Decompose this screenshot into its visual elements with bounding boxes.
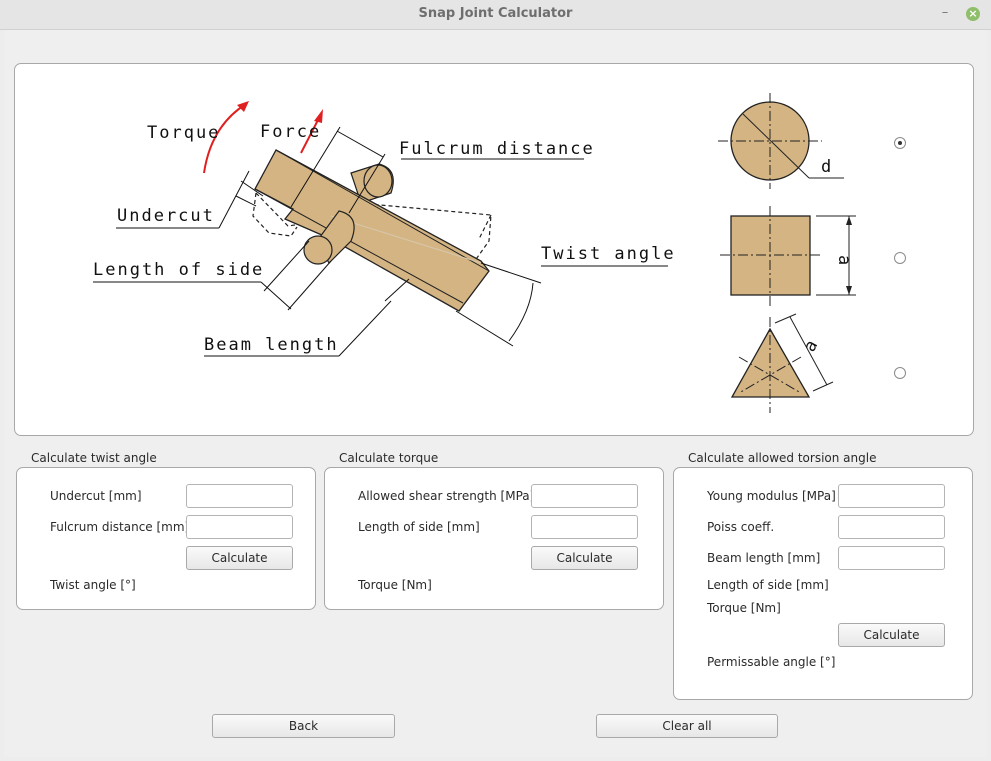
poiss-coeff-input[interactable] bbox=[838, 515, 945, 539]
poiss-coeff-label: Poiss coeff. bbox=[707, 520, 775, 534]
torque-group-title: Calculate torque bbox=[339, 451, 439, 465]
torsion-group-title: Calculate allowed torsion angle bbox=[688, 451, 877, 465]
window-title: Snap Joint Calculator bbox=[418, 6, 573, 21]
label-fulcrum-distance: Fulcrum distance bbox=[399, 139, 595, 159]
radio-square-section[interactable] bbox=[894, 252, 906, 264]
torque-result-label: Torque [Nm] bbox=[358, 578, 432, 592]
torsion-side-length-label: Length of side [mm] bbox=[707, 578, 829, 592]
fulcrum-distance-input[interactable] bbox=[186, 515, 293, 539]
beam-length-input[interactable] bbox=[838, 546, 945, 570]
snap-joint-diagram: Torque Force Fulcrum distance Undercut L… bbox=[93, 93, 856, 413]
radio-triangle-section[interactable] bbox=[894, 367, 906, 379]
young-modulus-input[interactable] bbox=[838, 484, 945, 508]
torque-side-length-label: Length of side [mm] bbox=[358, 520, 480, 534]
torque-side-length-input[interactable] bbox=[531, 515, 638, 539]
clear-all-button[interactable]: Clear all bbox=[596, 714, 778, 738]
torsion-torque-label: Torque [Nm] bbox=[707, 601, 781, 615]
square-dim-label: a bbox=[834, 255, 854, 267]
torque-calculate-button[interactable]: Calculate bbox=[531, 546, 638, 570]
shear-strength-label: Allowed shear strength [MPa] bbox=[358, 489, 535, 503]
radio-circle-section[interactable] bbox=[894, 137, 906, 149]
label-undercut: Undercut bbox=[117, 206, 215, 226]
undercut-input[interactable] bbox=[186, 484, 293, 508]
twist-angle-result-label: Twist angle [°] bbox=[50, 578, 136, 592]
permissable-angle-label: Permissable angle [°] bbox=[707, 655, 836, 669]
label-beam-length: Beam length bbox=[204, 335, 339, 355]
back-button[interactable]: Back bbox=[212, 714, 395, 738]
young-modulus-label: Young modulus [MPa] bbox=[707, 489, 836, 503]
title-bar: Snap Joint Calculator – × bbox=[0, 0, 991, 30]
undercut-label: Undercut [mm] bbox=[50, 489, 142, 503]
triangle-section-icon bbox=[730, 313, 834, 413]
minimize-icon[interactable]: – bbox=[936, 3, 954, 23]
circle-dim-label: d bbox=[821, 157, 833, 177]
label-twist-angle: Twist angle bbox=[541, 244, 676, 264]
beam-length-label: Beam length [mm] bbox=[707, 551, 821, 565]
label-torque: Torque bbox=[147, 123, 220, 143]
front-pin-cap bbox=[303, 235, 333, 265]
close-icon[interactable]: × bbox=[966, 7, 980, 21]
diagram-panel: Torque Force Fulcrum distance Undercut L… bbox=[14, 63, 974, 436]
torsion-calculate-button[interactable]: Calculate bbox=[838, 623, 945, 647]
force-arrowhead-icon bbox=[314, 109, 323, 123]
twist-group-title: Calculate twist angle bbox=[31, 451, 157, 465]
twist-calculate-button[interactable]: Calculate bbox=[186, 546, 293, 570]
torque-arrowhead-icon bbox=[237, 101, 249, 112]
fulcrum-distance-label: Fulcrum distance [mm] bbox=[50, 520, 190, 534]
triangle-dim-label: a bbox=[800, 335, 823, 355]
shear-strength-input[interactable] bbox=[531, 484, 638, 508]
label-length-of-side: Length of side bbox=[93, 260, 264, 280]
label-force: Force bbox=[260, 122, 321, 142]
